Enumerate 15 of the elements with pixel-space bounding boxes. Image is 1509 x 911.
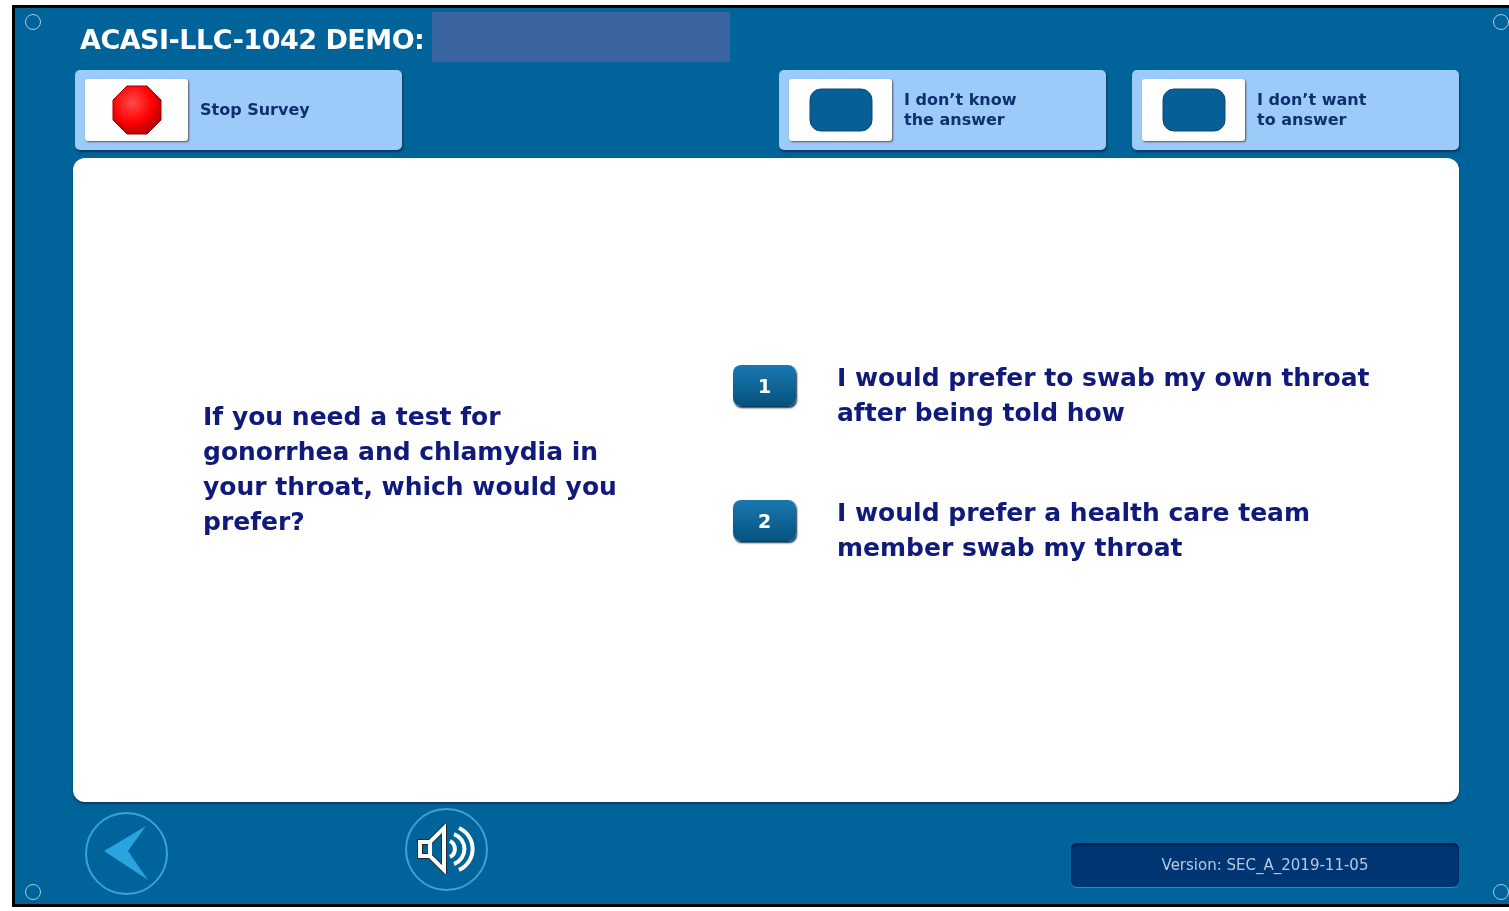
option-text[interactable]: I would prefer a health care team member swab my throat	[837, 495, 1397, 565]
answer-option-button[interactable]: I don’t know the answer	[779, 70, 1106, 150]
survey-title: ACASI-LLC-1042 DEMO:	[80, 23, 425, 55]
stop-survey-button[interactable]: Stop Survey	[75, 70, 402, 150]
option-text[interactable]: I would prefer to swab my own throat after being told how	[837, 360, 1397, 430]
rounded-square-icon	[1161, 88, 1226, 132]
speaker-icon	[415, 824, 478, 874]
audio-button[interactable]	[405, 807, 488, 891]
question-text: If you need a test for gonorrhea and chlamydia in your throat, which would you prefer?	[203, 401, 618, 538]
option-number-button[interactable]: 2	[733, 500, 796, 541]
stop-sign-icon	[111, 85, 162, 135]
answer-option-button[interactable]: I don’t want to answer	[1132, 70, 1459, 150]
option-number-button[interactable]: 1	[733, 365, 796, 406]
version-label: Version: SEC_A_2019-11-05	[1071, 843, 1459, 887]
rounded-square-icon	[808, 88, 873, 132]
